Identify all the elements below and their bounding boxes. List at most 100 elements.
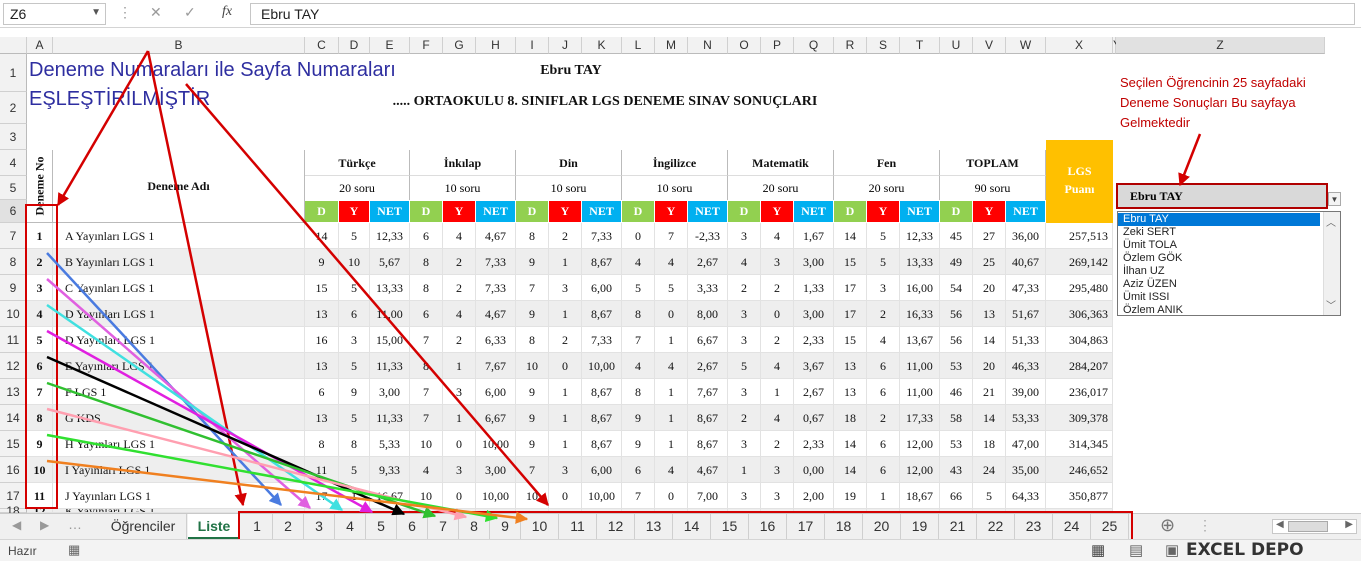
column-header[interactable]: H	[476, 37, 516, 54]
row-header[interactable]: 14	[0, 405, 27, 431]
column-header[interactable]: R	[834, 37, 867, 54]
data-cell: 13	[305, 301, 339, 327]
column-header[interactable]: N	[688, 37, 728, 54]
data-cell: 6	[867, 379, 900, 405]
data-cell: 3,00	[794, 249, 834, 275]
column-header[interactable]: A	[27, 37, 53, 54]
data-cell: 3,00	[794, 301, 834, 327]
row-header[interactable]: 8	[0, 249, 27, 275]
highlight-box-page-tabs	[238, 511, 1133, 541]
excel-window: Z6 ▼ ⋮ ✕ ✓ fx Ebru TAY ABCDEFGHIJKLMNOPQR…	[0, 0, 1361, 561]
sheet-tab[interactable]: Liste	[188, 514, 240, 539]
row-header[interactable]: 3	[0, 124, 27, 150]
column-header[interactable]: F	[410, 37, 443, 54]
chevron-up-icon[interactable]: ︿	[1326, 214, 1336, 229]
data-cell: 6	[867, 457, 900, 483]
scroll-left-icon[interactable]: ◀	[1276, 519, 1284, 530]
normal-view-icon[interactable]: ▦	[1091, 541, 1105, 559]
column-header[interactable]: D	[339, 37, 370, 54]
page-layout-icon[interactable]: ▤	[1129, 541, 1143, 559]
list-item[interactable]: İlhan UZ	[1118, 265, 1320, 278]
column-header[interactable]: L	[622, 37, 655, 54]
row-header[interactable]: 9	[0, 275, 27, 301]
name-box[interactable]: Z6 ▼	[3, 3, 106, 25]
data-cell: 4	[443, 223, 476, 249]
macro-record-icon[interactable]: ▦	[68, 542, 80, 558]
row-header[interactable]: 5	[0, 176, 27, 200]
more-sheets-icon[interactable]: …	[68, 516, 82, 532]
scrollbar-thumb[interactable]	[1288, 521, 1328, 532]
list-item[interactable]: Ümit TOLA	[1118, 239, 1320, 252]
data-cell: 16,33	[900, 301, 940, 327]
column-header[interactable]: B	[53, 37, 305, 54]
row-header[interactable]: 13	[0, 379, 27, 405]
list-item[interactable]: Özlem ANIK	[1118, 304, 1320, 315]
data-cell: 7	[622, 483, 655, 509]
column-header[interactable]: Q	[794, 37, 834, 54]
column-header[interactable]: U	[940, 37, 973, 54]
deneme-name: E Yayınları LGS 1	[53, 353, 305, 379]
row-header[interactable]: 16	[0, 457, 27, 483]
column-header[interactable]: E	[370, 37, 410, 54]
selected-student-cell[interactable]: Ebru TAY	[1116, 183, 1328, 209]
data-cell: 9	[516, 405, 549, 431]
formula-input[interactable]: Ebru TAY	[250, 3, 1355, 25]
column-header[interactable]: G	[443, 37, 476, 54]
list-item[interactable]: Ebru TAY	[1118, 213, 1320, 226]
column-header[interactable]: X	[1046, 37, 1113, 54]
column-header[interactable]: V	[973, 37, 1006, 54]
list-item[interactable]: Özlem GÖK	[1118, 252, 1320, 265]
row-header[interactable]: 7	[0, 223, 27, 249]
column-header[interactable]: O	[728, 37, 761, 54]
prev-sheet-icon[interactable]: ◀	[12, 518, 21, 532]
column-header[interactable]: K	[582, 37, 622, 54]
data-cell: 2	[728, 275, 761, 301]
corner-select-all[interactable]	[0, 37, 27, 54]
chevron-down-icon[interactable]: ▼	[1328, 192, 1341, 206]
chevron-down-icon[interactable]: ▼	[91, 7, 101, 18]
data-cell: 0	[443, 431, 476, 457]
list-item[interactable]: Ümit ISSI	[1118, 291, 1320, 304]
scroll-right-icon[interactable]: ▶	[1345, 519, 1353, 530]
data-cell: 8,67	[582, 249, 622, 275]
sheet-tab[interactable]: Öğrenciler	[100, 514, 187, 539]
column-header[interactable]: I	[516, 37, 549, 54]
column-header[interactable]: Z	[1116, 37, 1325, 54]
horizontal-scrollbar[interactable]: ◀ ▶	[1272, 519, 1357, 534]
row-header[interactable]: 10	[0, 301, 27, 327]
column-header[interactable]: M	[655, 37, 688, 54]
column-header[interactable]: S	[867, 37, 900, 54]
row-header[interactable]: 11	[0, 327, 27, 353]
data-cell: 1	[549, 431, 582, 457]
page-break-icon[interactable]: ▣	[1165, 541, 1179, 559]
data-cell: 14	[834, 431, 867, 457]
status-ready: Hazır	[8, 544, 37, 558]
cancel-icon[interactable]: ✕	[150, 4, 162, 21]
list-item[interactable]: Zeki SERT	[1118, 226, 1320, 239]
row-header[interactable]: 6	[0, 200, 27, 223]
data-cell: 8	[622, 379, 655, 405]
chevron-down-icon[interactable]: ﹀	[1326, 297, 1336, 312]
row-header[interactable]: 4	[0, 150, 27, 176]
data-cell: 3	[867, 275, 900, 301]
enter-icon[interactable]: ✓	[184, 4, 196, 21]
column-header[interactable]: C	[305, 37, 339, 54]
data-cell: 13,33	[370, 275, 410, 301]
data-cell: 7	[410, 327, 443, 353]
list-item[interactable]: Aziz ÜZEN	[1118, 278, 1320, 291]
column-header[interactable]: W	[1006, 37, 1046, 54]
next-sheet-icon[interactable]: ▶	[40, 518, 49, 532]
row-header[interactable]: 15	[0, 431, 27, 457]
add-sheet-icon[interactable]: ⊕	[1160, 515, 1175, 536]
column-header[interactable]: J	[549, 37, 582, 54]
student-listbox[interactable]: Ebru TAY Zeki SERT Ümit TOLA Özlem GÖK İlhan…	[1117, 211, 1341, 316]
row-header[interactable]: 1	[0, 54, 27, 92]
data-cell: 7,67	[476, 353, 516, 379]
insert-function-icon[interactable]: fx	[222, 4, 232, 20]
column-header[interactable]: T	[900, 37, 940, 54]
data-cell: 7	[622, 327, 655, 353]
row-header[interactable]: 12	[0, 353, 27, 379]
data-cell: 16,67	[370, 483, 410, 509]
row-header[interactable]: 2	[0, 92, 27, 124]
column-header[interactable]: P	[761, 37, 794, 54]
